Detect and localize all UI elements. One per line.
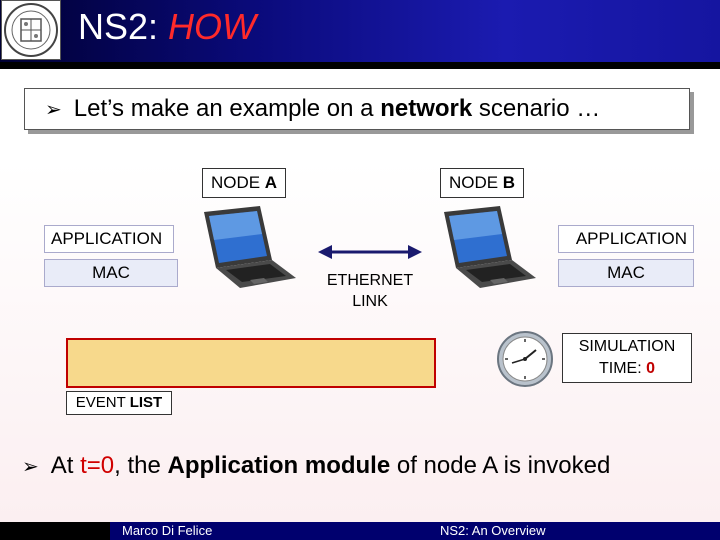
simulation-time-prefix: TIME: [598, 360, 647, 377]
bottom-text-2: , the [114, 452, 168, 479]
simulation-time-box: SIMULATION TIME: 0 [562, 333, 692, 383]
node-b-mac-layer: MAC [558, 259, 694, 287]
node-b-label: NODE B [440, 168, 524, 198]
node-b-prefix: NODE [448, 173, 503, 192]
link-label-line2: LINK [352, 293, 388, 310]
laptop-node-b-icon [444, 206, 536, 288]
bottom-bold-text: Application module [167, 452, 391, 479]
simulation-label: SIMULATION [578, 338, 676, 355]
node-a-prefix: NODE [210, 173, 265, 192]
link-label-line1: ETHERNET [326, 272, 414, 289]
title-bar-divider [0, 62, 720, 69]
intro-bullet: ➢ Let’s make an example on a network scen… [24, 88, 690, 130]
node-a-label: NODE A [202, 168, 286, 198]
node-a-application-label: APPLICATION [51, 229, 163, 248]
ethernet-link-label: ETHERNET LINK [318, 270, 422, 312]
bottom-text-3: of node A is invoked [390, 452, 611, 479]
slide-title-highlight: HOW [168, 6, 257, 47]
laptop-node-a-icon [204, 206, 296, 288]
footer-black-segment [0, 522, 110, 540]
node-a-mac-layer: MAC [44, 259, 178, 287]
intro-text-end: scenario … [472, 95, 601, 122]
node-a-application-layer: APPLICATION [44, 225, 174, 253]
footer-title: NS2: An Overview [398, 522, 720, 540]
footer-author: Marco Di Felice [110, 522, 402, 540]
node-b-name: B [502, 173, 516, 192]
intro-text: Let’s make an example on a [73, 95, 381, 122]
simulation-time-value: 0 [646, 360, 655, 377]
ethernet-link-arrow-icon [318, 245, 422, 259]
bottom-text-1: At [50, 452, 81, 479]
arrow-bullet-icon: ➢ [45, 99, 62, 121]
bottom-time-value: t=0 [80, 452, 115, 479]
node-b-mac-label: MAC [607, 263, 645, 282]
slide-title: NS2: HOW [78, 6, 256, 48]
intro-bold-text: network [380, 95, 473, 122]
event-list-label: EVENT LIST [66, 391, 172, 415]
arrow-bullet-icon: ➢ [22, 456, 39, 478]
event-list-panel [66, 338, 436, 388]
bottom-bullet: ➢ At t=0, the Application module of node … [22, 452, 610, 480]
node-b-application-label: APPLICATION [575, 229, 687, 248]
footer-title-text: NS2: An Overview [440, 523, 546, 538]
node-a-name: A [264, 173, 278, 192]
footer-author-text: Marco Di Felice [122, 523, 213, 538]
event-list-prefix: EVENT [75, 394, 130, 411]
simulation-time-row: TIME: 0 [563, 358, 691, 380]
event-list-bold: LIST [129, 394, 163, 411]
clock-icon [497, 331, 553, 387]
slide-title-prefix: NS2: [78, 6, 169, 47]
university-seal-logo [1, 0, 61, 60]
node-b-application-layer: APPLICATION [558, 225, 694, 253]
node-a-mac-label: MAC [92, 263, 130, 282]
